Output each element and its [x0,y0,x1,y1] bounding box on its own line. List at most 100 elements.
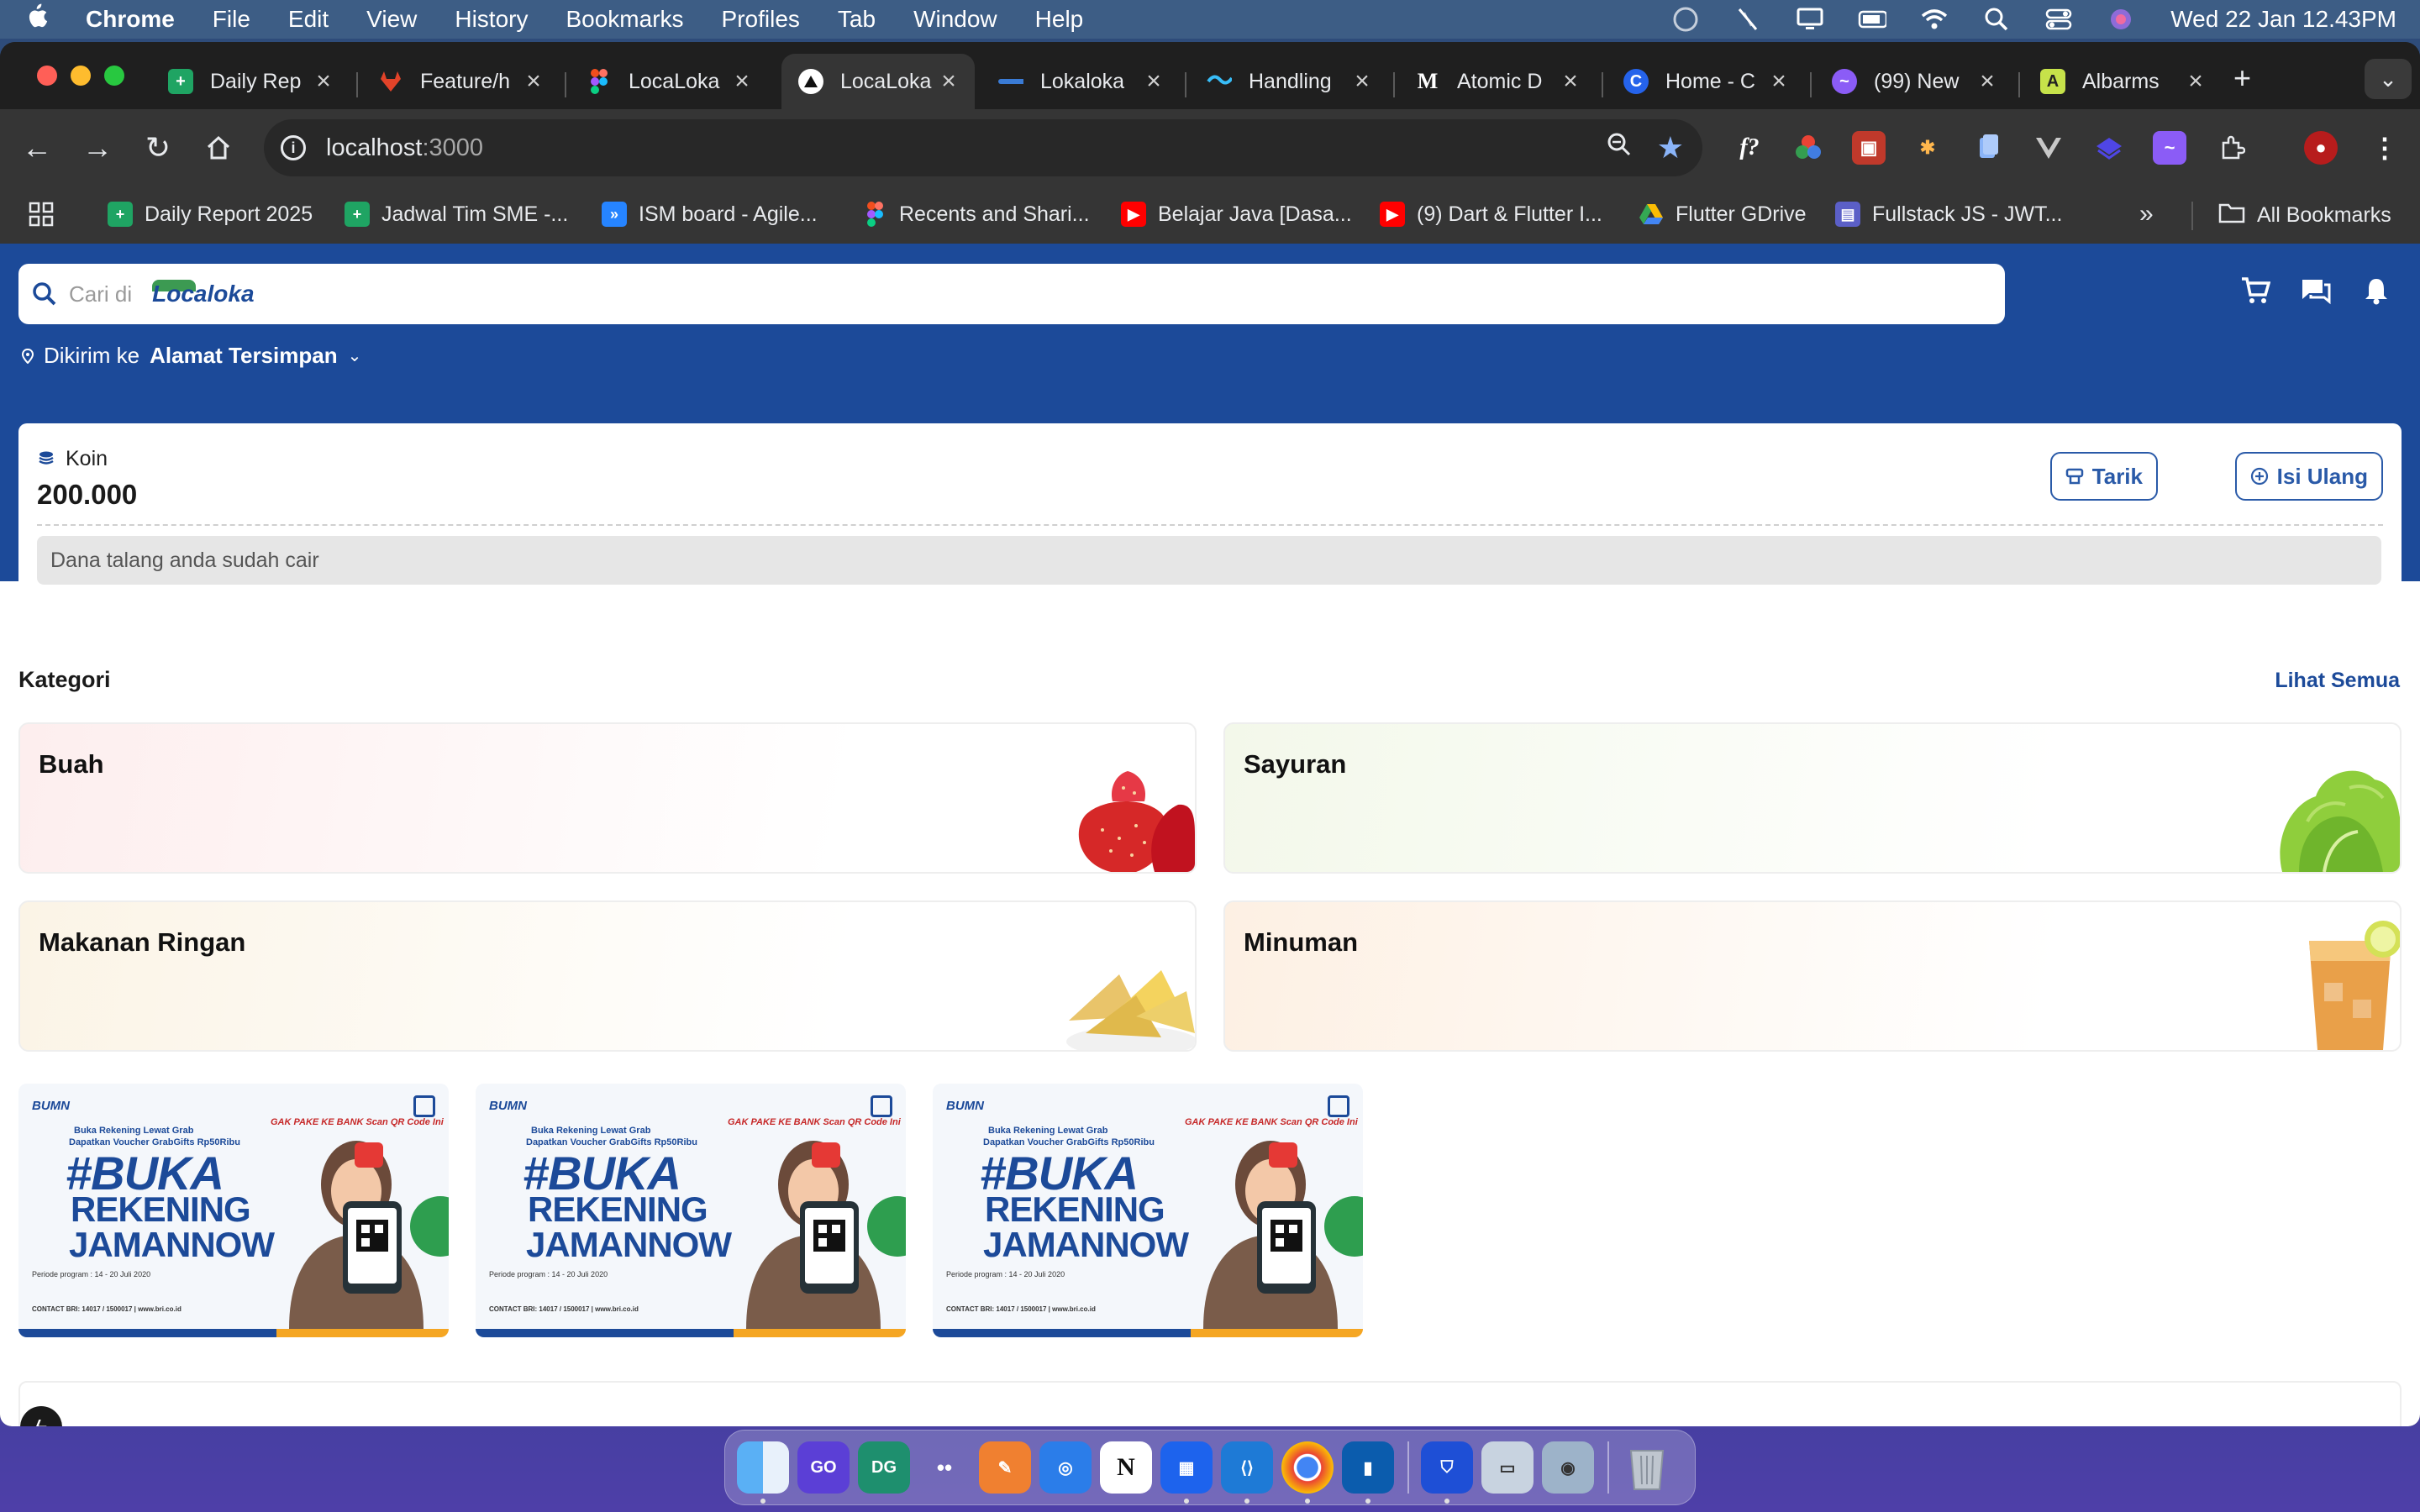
messenger-extension-icon[interactable]: ~ [2153,131,2186,165]
zoom-icon[interactable] [1607,132,1632,164]
topup-button[interactable]: Isi Ulang [2234,452,2383,501]
chrome-icon[interactable] [1281,1441,1334,1504]
tab-home[interactable]: C Home - C × [1607,54,1805,109]
menu-bookmarks[interactable]: Bookmarks [566,6,683,33]
postman-icon[interactable]: ✎ [979,1441,1031,1494]
bookmark-ism-board[interactable]: » ISM board - Agile... [602,202,818,227]
bookmark-fullstack-js[interactable]: ▤ Fullstack JS - JWT... [1835,202,2062,227]
close-icon[interactable]: × [1141,67,1166,96]
all-bookmarks-folder[interactable]: All Bookmarks [2218,202,2391,229]
tab-localoka-active[interactable]: LocaLoka × [781,54,975,109]
spotlight-icon[interactable] [1982,7,2011,32]
docs-extension-icon[interactable] [1971,131,2005,165]
control-center-icon[interactable] [2044,7,2073,32]
close-icon[interactable]: × [1766,67,1791,96]
bookmark-dart-flutter[interactable]: ▶ (9) Dart & Flutter I... [1380,202,1602,227]
tab-localoka-figma[interactable]: LocaLoka × [570,54,768,109]
withdraw-button[interactable]: Tarik [2049,452,2158,501]
menu-edit[interactable]: Edit [288,6,329,33]
trash-icon[interactable] [1621,1441,1673,1494]
menu-profiles[interactable]: Profiles [722,6,800,33]
delivery-address-selector[interactable]: Dikirim ke Alamat Tersimpan ⌄ [20,343,361,369]
close-icon[interactable]: × [521,67,546,96]
address-bar[interactable]: i localhost:3000 ★ [264,119,1702,176]
close-icon[interactable]: × [1558,67,1583,96]
bookmark-recents[interactable]: Recents and Shari... [862,202,1090,227]
url-text[interactable]: localhost:3000 [326,134,483,162]
formula-extension-icon[interactable]: f? [1733,131,1766,165]
menu-window[interactable]: Window [913,6,997,33]
menubar-clock[interactable]: Wed 22 Jan 12.43PM [2170,6,2396,33]
forward-icon[interactable]: → [77,128,118,168]
tab-feature[interactable]: Feature/h × [361,54,560,109]
datagrip-icon[interactable]: DG [858,1441,910,1494]
vscode-icon[interactable]: ⟨⟩ [1221,1441,1273,1504]
menu-tab[interactable]: Tab [838,6,876,33]
close-window-button[interactable] [37,66,57,86]
see-all-link[interactable]: Lihat Semua [2275,669,2400,693]
tab-daily-report[interactable]: + Daily Rep × [151,54,350,109]
siri-icon[interactable] [2107,7,2135,32]
menu-view[interactable]: View [366,6,417,33]
back-icon[interactable]: ← [17,128,57,168]
apps-grid-icon[interactable] [29,202,54,227]
cart-icon[interactable] [2238,274,2272,307]
display-icon[interactable] [1796,7,1824,32]
category-card-sayuran[interactable]: Sayuran [1223,722,2402,874]
minimize-window-button[interactable] [71,66,91,86]
menu-help[interactable]: Help [1035,6,1084,33]
zoom-window-button[interactable] [104,66,124,86]
mute-icon[interactable] [1733,7,1762,32]
notification-bell-icon[interactable] [2360,274,2393,307]
bookmark-daily-report[interactable]: + Daily Report 2025 [108,202,313,227]
home-icon[interactable] [198,128,239,168]
tab-new[interactable]: ~ (99) New × [1815,54,2013,109]
extensions-puzzle-icon[interactable] [2215,131,2249,165]
goland-icon[interactable]: GO [797,1441,850,1494]
quicktime-icon[interactable]: ◉ [1542,1441,1594,1494]
menu-history[interactable]: History [455,6,528,33]
tab-atomic[interactable]: M Atomic D × [1398,54,1597,109]
bookmark-belajar-java[interactable]: ▶ Belajar Java [Dasa... [1121,202,1352,227]
close-icon[interactable]: × [1975,67,2000,96]
menu-app-name[interactable]: Chrome [86,6,175,33]
finder-icon[interactable] [737,1441,789,1504]
promo-banner-1[interactable]: BUMN Buka Rekening Lewat Grab Dapatkan V… [18,1084,449,1337]
tab-albarms[interactable]: A Albarms × [2023,54,2222,109]
terminal-dots-icon[interactable]: •• [918,1441,971,1494]
reload-icon[interactable]: ↻ [138,128,178,168]
category-card-makanan-ringan[interactable]: Makanan Ringan [18,900,1197,1052]
vue-devtools-extension-icon[interactable] [2032,131,2065,165]
tab-lokaloka[interactable]: Lokaloka × [981,54,1180,109]
more-bookmarks-icon[interactable]: » [2139,200,2154,228]
bookmark-jadwal-tim[interactable]: + Jadwal Tim SME -... [345,202,568,227]
promo-banner-3[interactable]: BUMN Buka Rekening Lewat Grab Dapatkan V… [933,1084,1363,1337]
site-info-icon[interactable]: i [281,135,306,160]
close-icon[interactable]: × [729,67,755,96]
close-icon[interactable]: × [936,67,961,96]
vpn-icon[interactable] [1671,7,1700,32]
wifi-icon[interactable] [1920,7,1949,32]
bitwarden-icon[interactable]: ⛉ [1421,1441,1473,1504]
category-card-minuman[interactable]: Minuman [1223,900,2402,1052]
profile-avatar[interactable]: ● [2304,131,2338,165]
category-card-buah[interactable]: Buah [18,722,1197,874]
battery-icon[interactable] [1858,7,1887,32]
preview-icon[interactable]: ▭ [1481,1441,1534,1494]
docker-icon[interactable]: ▦ [1160,1441,1213,1504]
chat-icon[interactable] [2299,274,2333,307]
menu-file[interactable]: File [213,6,250,33]
tab-handling[interactable]: Handling × [1190,54,1388,109]
notion-icon[interactable]: N [1100,1441,1152,1494]
safari-icon[interactable]: ◎ [1039,1441,1092,1494]
search-input[interactable]: Cari di Localoka [18,264,2005,324]
apple-menu-icon[interactable] [24,3,49,37]
close-icon[interactable]: × [1349,67,1375,96]
close-icon[interactable]: × [311,67,336,96]
color-picker-extension-icon[interactable] [1791,131,1825,165]
tab-search-button[interactable]: ⌄ [2365,59,2412,99]
bookmark-star-icon[interactable]: ★ [1657,130,1684,165]
new-tab-button[interactable]: + [2233,60,2251,96]
recorder-extension-icon[interactable]: ▣ [1852,131,1886,165]
bookmark-flutter-gdrive[interactable]: Flutter GDrive [1639,202,1807,227]
